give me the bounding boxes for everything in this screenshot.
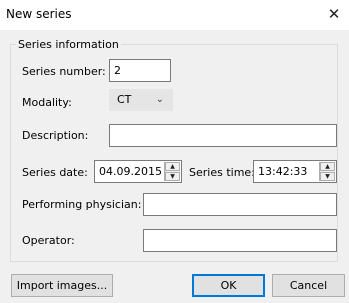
modality-label: Modality: (22, 96, 72, 109)
spin-up-icon[interactable]: ▲ (165, 162, 180, 171)
title-bar: New series ✕ (0, 0, 349, 30)
import-images-button[interactable]: Import images... (11, 274, 113, 297)
performing-physician-label: Performing physician: (22, 198, 142, 211)
spin-up-icon[interactable]: ▲ (320, 162, 335, 171)
close-icon[interactable]: ✕ (319, 0, 349, 30)
spin-down-icon[interactable]: ▼ (320, 172, 335, 181)
series-time-spinner[interactable]: ▲ ▼ (319, 162, 335, 181)
series-date-value: 04.09.2015 (99, 165, 162, 178)
group-legend: Series information (16, 38, 121, 51)
series-date-picker[interactable]: 04.09.2015 ▲ ▼ (94, 160, 182, 183)
description-input[interactable] (109, 124, 337, 147)
modality-select[interactable]: CT ⌄ (109, 89, 173, 111)
window-title: New series (6, 7, 72, 21)
performing-physician-input[interactable] (143, 193, 337, 216)
operator-input[interactable] (143, 229, 337, 252)
series-time-value: 13:42:33 (258, 165, 308, 178)
series-number-label: Series number: (22, 65, 106, 78)
new-series-dialog: New series ✕ Series information Series n… (0, 0, 349, 303)
series-date-spinner[interactable]: ▲ ▼ (164, 162, 180, 181)
series-time-picker[interactable]: 13:42:33 ▲ ▼ (253, 160, 337, 183)
series-time-label: Series time: (189, 166, 255, 179)
cancel-button[interactable]: Cancel (272, 274, 345, 297)
chevron-down-icon: ⌄ (155, 94, 164, 105)
operator-label: Operator: (22, 234, 75, 247)
series-date-label: Series date: (22, 166, 88, 179)
ok-button[interactable]: OK (192, 274, 265, 297)
series-number-input[interactable]: 2 (109, 59, 171, 82)
spin-down-icon[interactable]: ▼ (165, 172, 180, 181)
description-label: Description: (22, 129, 89, 142)
modality-value: CT (117, 93, 132, 106)
